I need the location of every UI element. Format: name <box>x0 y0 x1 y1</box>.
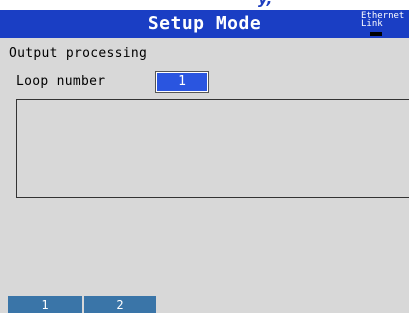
cropped-top-strip: y, <box>0 0 409 10</box>
loop-number-label: Loop number <box>16 74 106 89</box>
loop-number-field[interactable]: 1 <box>155 71 209 93</box>
softkey-bar: 1 2 <box>0 296 409 313</box>
link-label: Link <box>361 19 383 29</box>
page-title: Setup Mode <box>147 13 262 34</box>
section-title: Output processing <box>9 46 148 61</box>
settings-panel <box>16 99 409 198</box>
softkey-1[interactable]: 1 <box>8 296 84 313</box>
softkey-2[interactable]: 2 <box>84 296 158 313</box>
ethernet-link-indicator: Ethernet Link <box>357 10 409 38</box>
link-status-icon <box>370 32 382 36</box>
cropped-text: y, <box>258 0 272 8</box>
setup-screen: y, Setup Mode Ethernet Link Output proce… <box>0 0 409 313</box>
title-bar: Setup Mode Ethernet Link <box>0 10 409 38</box>
